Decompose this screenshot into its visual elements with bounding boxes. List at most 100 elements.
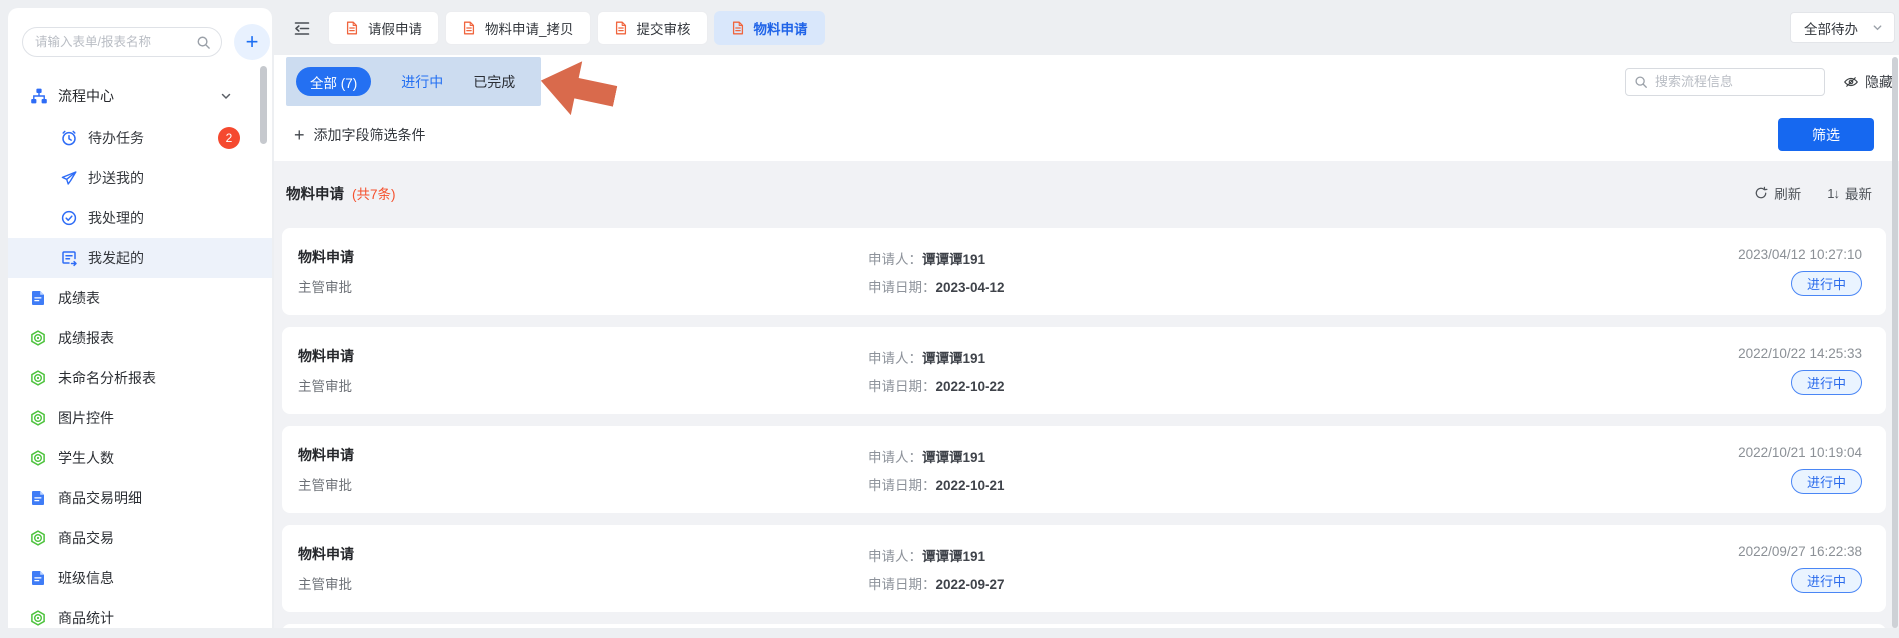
status-badge[interactable]: 进行中 — [1791, 271, 1862, 296]
sidebar-item-label: 我发起的 — [88, 248, 144, 268]
add-form-button[interactable]: + — [234, 24, 270, 60]
report-icon — [30, 530, 46, 546]
sidebar-item-label: 未命名分析报表 — [58, 368, 156, 388]
sidebar-scrollbar[interactable] — [260, 66, 267, 144]
plus-icon: + — [294, 126, 305, 144]
applicant-label: 申请人： — [868, 450, 922, 465]
sidebar-item-initiated-by-me[interactable]: 我发起的 — [8, 238, 272, 278]
card-title: 物料申请 — [298, 346, 868, 366]
report-icon — [30, 330, 46, 346]
sidebar-group-label: 流程中心 — [58, 86, 114, 106]
card-title: 物料申请 — [298, 544, 868, 564]
card-current-step: 主管审批 — [298, 375, 868, 395]
todo-count-badge: 2 — [218, 127, 240, 149]
sidebar-item-report-student-count[interactable]: 学生人数 — [8, 438, 272, 478]
filter-panel: 全部 (7) 进行中 已完成 隐藏 + 添加字段筛选条件 — [274, 55, 1899, 161]
status-filter-row: 全部 (7) 进行中 已完成 隐藏 — [274, 55, 1899, 108]
sidebar-item-cc-to-me[interactable]: 抄送我的 — [8, 158, 272, 198]
sidebar-item-report-image-widget[interactable]: 图片控件 — [8, 398, 272, 438]
process-card[interactable]: 物料申请 主管审批 申请人：谭谭谭191 申请日期：2022-10-21 202… — [282, 426, 1886, 513]
process-list-area: 物料申请 (共7条) 刷新 1↓ 最新 物料申请 主管审批 — [274, 161, 1899, 628]
sort-newest-button[interactable]: 1↓ 最新 — [1827, 183, 1872, 203]
chevron-down-icon — [1872, 22, 1883, 33]
doc-icon — [731, 21, 745, 35]
plus-icon: + — [246, 31, 259, 53]
process-card-partial — [282, 624, 1886, 628]
status-segment-group: 全部 (7) 进行中 已完成 — [286, 57, 541, 106]
hide-label: 隐藏 — [1865, 72, 1893, 92]
sidebar-item-label: 抄送我的 — [88, 168, 144, 188]
report-icon — [30, 370, 46, 386]
refresh-button[interactable]: 刷新 — [1754, 183, 1801, 203]
doc-icon — [614, 21, 628, 35]
search-icon — [1634, 75, 1648, 89]
sidebar-item-todo-tasks[interactable]: 待办任务 2 — [8, 118, 272, 158]
initiated-icon — [60, 249, 78, 267]
send-icon — [60, 169, 78, 187]
process-card[interactable]: 物料申请 主管审批 申请人：谭谭谭191 申请日期：2023-04-12 202… — [282, 228, 1886, 315]
add-filter-condition-button[interactable]: + 添加字段筛选条件 — [294, 125, 426, 145]
status-badge[interactable]: 进行中 — [1791, 370, 1862, 395]
sidebar-item-label: 商品交易 — [58, 528, 114, 548]
card-current-step: 主管审批 — [298, 276, 868, 296]
applicant-value: 谭谭谭191 — [922, 351, 985, 366]
process-search-input[interactable] — [1655, 74, 1816, 89]
card-timestamp: 2022/10/22 14:25:33 — [1738, 346, 1862, 361]
refresh-label: 刷新 — [1774, 183, 1801, 203]
main-scrollbar[interactable] — [1892, 57, 1898, 628]
form-icon — [30, 290, 46, 306]
scope-dropdown[interactable]: 全部待办 — [1790, 12, 1895, 43]
flow-center-icon — [30, 87, 48, 105]
report-icon — [30, 610, 46, 626]
apply-date-value: 2022-10-22 — [936, 379, 1005, 394]
open-tabs: 请假申请 物料申请_拷贝 提交审核 物料申请 — [328, 11, 825, 45]
sidebar-item-form-scores[interactable]: 成绩表 — [8, 278, 272, 318]
card-timestamp: 2023/04/12 10:27:10 — [1738, 247, 1862, 262]
tab-label: 物料申请_拷贝 — [485, 18, 574, 38]
tab-label: 提交审核 — [637, 18, 691, 38]
hide-toggle[interactable]: 隐藏 — [1843, 72, 1893, 92]
sidebar-item-label: 商品交易明细 — [58, 488, 142, 508]
process-card[interactable]: 物料申请 主管审批 申请人：谭谭谭191 申请日期：2022-09-27 202… — [282, 525, 1886, 612]
tab-submit-review[interactable]: 提交审核 — [597, 11, 708, 45]
sidebar-item-report-unnamed-analysis[interactable]: 未命名分析报表 — [8, 358, 272, 398]
tab-material-request-copy[interactable]: 物料申请_拷贝 — [445, 11, 591, 45]
clock-icon — [60, 129, 78, 147]
tab-bar: 请假申请 物料申请_拷贝 提交审核 物料申请 — [280, 0, 1895, 55]
form-search-input-wrap[interactable] — [22, 27, 222, 57]
sidebar-group-flow-center[interactable]: 流程中心 — [8, 74, 272, 118]
tab-material-request[interactable]: 物料申请 — [714, 11, 825, 45]
card-title: 物料申请 — [298, 247, 868, 267]
sidebar-item-report-scores[interactable]: 成绩报表 — [8, 318, 272, 358]
form-search-input[interactable] — [35, 35, 196, 49]
process-card[interactable]: 物料申请 主管审批 申请人：谭谭谭191 申请日期：2022-10-22 202… — [282, 327, 1886, 414]
status-badge[interactable]: 进行中 — [1791, 568, 1862, 593]
status-badge[interactable]: 进行中 — [1791, 469, 1862, 494]
sidebar-item-form-class-info[interactable]: 班级信息 — [8, 558, 272, 598]
filter-button[interactable]: 筛选 — [1778, 118, 1874, 151]
segment-in-progress[interactable]: 进行中 — [401, 72, 443, 92]
eye-off-icon — [1843, 74, 1859, 90]
apply-date-value: 2023-04-12 — [936, 280, 1005, 295]
segment-all[interactable]: 全部 (7) — [296, 67, 371, 96]
sidebar-search-row: + — [8, 8, 272, 70]
sort-label: 最新 — [1845, 183, 1872, 203]
collapse-panel-icon[interactable] — [292, 18, 312, 38]
card-timestamp: 2022/09/27 16:22:38 — [1738, 544, 1862, 559]
process-search-input-wrap[interactable] — [1625, 68, 1825, 96]
sidebar-item-report-product-stats[interactable]: 商品统计 — [8, 598, 272, 638]
sidebar-item-label: 我处理的 — [88, 208, 144, 228]
apply-date-label: 申请日期： — [868, 577, 936, 592]
card-current-step: 主管审批 — [298, 474, 868, 494]
applicant-label: 申请人： — [868, 549, 922, 564]
add-condition-label: 添加字段筛选条件 — [314, 125, 426, 145]
list-header: 物料申请 (共7条) 刷新 1↓ 最新 — [274, 161, 1899, 225]
apply-date-label: 申请日期： — [868, 280, 936, 295]
chevron-down-icon[interactable] — [220, 90, 232, 102]
sidebar-item-form-trade-detail[interactable]: 商品交易明细 — [8, 478, 272, 518]
tab-leave-request[interactable]: 请假申请 — [328, 11, 439, 45]
sidebar-item-handled-by-me[interactable]: 我处理的 — [8, 198, 272, 238]
report-icon — [30, 410, 46, 426]
segment-completed[interactable]: 已完成 — [473, 72, 515, 92]
sidebar-item-report-trade[interactable]: 商品交易 — [8, 518, 272, 558]
